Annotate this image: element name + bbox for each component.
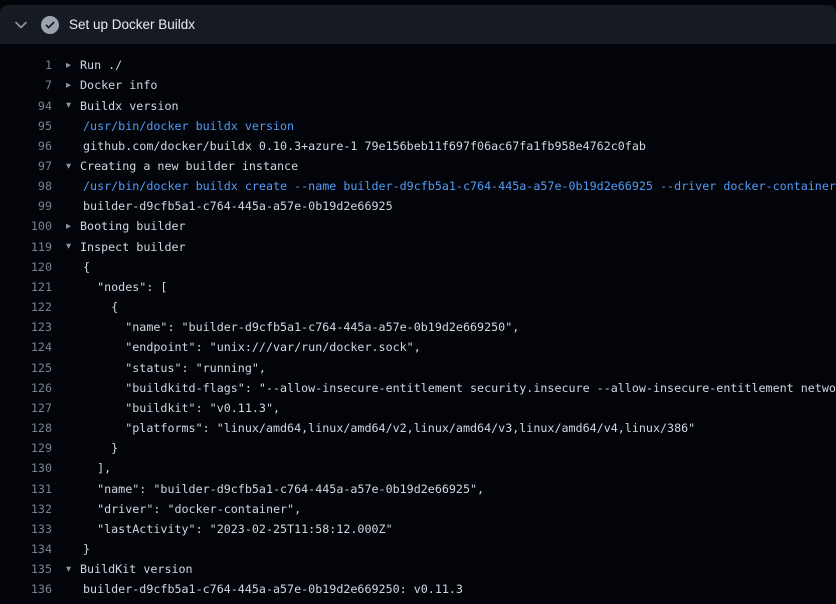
log-text: "endpoint": "unix:///var/run/docker.sock…	[83, 342, 421, 354]
line-number[interactable]: 97	[0, 161, 52, 173]
log-line: 130 ],	[0, 459, 836, 479]
line-number[interactable]: 131	[0, 484, 52, 496]
log-line: 131 "name": "builder-d9cfb5a1-c764-445a-…	[0, 479, 836, 499]
line-number[interactable]: 96	[0, 141, 52, 153]
log-text: "name": "builder-d9cfb5a1-c764-445a-a57e…	[83, 322, 519, 334]
log-line: 99 builder-d9cfb5a1-c764-445a-a57e-0b19d…	[0, 197, 836, 217]
log-group-line[interactable]: 94 ▼Buildx version	[0, 96, 836, 116]
line-number[interactable]: 119	[0, 242, 52, 254]
log-text: {	[83, 262, 90, 274]
log-group-line[interactable]: 1 ▶Run ./	[0, 56, 836, 76]
log-group-line[interactable]: 7 ▶Docker info	[0, 76, 836, 96]
log-text: Booting builder	[80, 221, 186, 233]
log-group-line[interactable]: 97 ▼Creating a new builder instance	[0, 157, 836, 177]
log-line: 95 /usr/bin/docker buildx version	[0, 116, 836, 136]
line-number[interactable]: 122	[0, 302, 52, 314]
log-text: Run ./	[80, 60, 122, 72]
line-number[interactable]: 134	[0, 544, 52, 556]
line-number[interactable]: 136	[0, 584, 52, 596]
log-text: {	[83, 302, 118, 314]
log-text: /usr/bin/docker buildx version	[83, 121, 294, 133]
log-text: "nodes": [	[83, 282, 167, 294]
line-number[interactable]: 128	[0, 423, 52, 435]
log-text: ],	[83, 463, 111, 475]
log-text: github.com/docker/buildx 0.10.3+azure-1 …	[83, 141, 646, 153]
line-number[interactable]: 98	[0, 181, 52, 193]
log-line: 96 github.com/docker/buildx 0.10.3+azure…	[0, 137, 836, 157]
log-text: builder-d9cfb5a1-c764-445a-a57e-0b19d2e6…	[83, 584, 463, 596]
log-text: }	[83, 544, 90, 556]
log-text: builder-d9cfb5a1-c764-445a-a57e-0b19d2e6…	[83, 201, 393, 213]
log-text: "buildkit": "v0.11.3",	[83, 403, 280, 415]
triangle-collapsed-icon[interactable]: ▶	[66, 223, 80, 232]
log-group-line[interactable]: 100 ▶Booting builder	[0, 217, 836, 237]
log-line: 124 "endpoint": "unix:///var/run/docker.…	[0, 338, 836, 358]
log-text: "name": "builder-d9cfb5a1-c764-445a-a57e…	[83, 484, 484, 496]
line-number[interactable]: 94	[0, 101, 52, 113]
triangle-expanded-icon[interactable]: ▼	[66, 162, 80, 171]
log-text: "lastActivity": "2023-02-25T11:58:12.000…	[83, 524, 393, 536]
log-group-line[interactable]: 119 ▼Inspect builder	[0, 237, 836, 257]
log-line: 132 "driver": "docker-container",	[0, 499, 836, 519]
log-text: Inspect builder	[80, 242, 186, 254]
line-number[interactable]: 121	[0, 282, 52, 294]
log-line: 134 }	[0, 540, 836, 560]
triangle-expanded-icon[interactable]: ▼	[66, 565, 80, 574]
line-number[interactable]: 123	[0, 322, 52, 334]
line-number[interactable]: 135	[0, 564, 52, 576]
log-text: BuildKit version	[80, 564, 193, 576]
log-text: Creating a new builder instance	[80, 161, 298, 173]
triangle-expanded-icon[interactable]: ▼	[66, 243, 80, 252]
line-number[interactable]: 120	[0, 262, 52, 274]
line-number[interactable]: 130	[0, 463, 52, 475]
triangle-collapsed-icon[interactable]: ▶	[66, 81, 80, 90]
log-line: 136 builder-d9cfb5a1-c764-445a-a57e-0b19…	[0, 580, 836, 600]
step-header[interactable]: Set up Docker Buildx	[0, 5, 836, 44]
line-number[interactable]: 125	[0, 363, 52, 375]
log-text: "platforms": "linux/amd64,linux/amd64/v2…	[83, 423, 695, 435]
line-number[interactable]: 126	[0, 383, 52, 395]
log-text: Docker info	[80, 80, 157, 92]
log-line: 123 "name": "builder-d9cfb5a1-c764-445a-…	[0, 318, 836, 338]
log-text: "driver": "docker-container",	[83, 504, 301, 516]
triangle-collapsed-icon[interactable]: ▶	[66, 61, 80, 70]
line-number[interactable]: 7	[0, 80, 52, 92]
log-line: 98 /usr/bin/docker buildx create --name …	[0, 177, 836, 197]
line-number[interactable]: 95	[0, 121, 52, 133]
log-line: 129 }	[0, 439, 836, 459]
line-number[interactable]: 1	[0, 60, 52, 72]
log-line: 120 {	[0, 258, 836, 278]
log-line: 127 "buildkit": "v0.11.3",	[0, 399, 836, 419]
log-line: 133 "lastActivity": "2023-02-25T11:58:12…	[0, 520, 836, 540]
line-number[interactable]: 132	[0, 504, 52, 516]
line-number[interactable]: 99	[0, 201, 52, 213]
log-text: "status": "running",	[83, 363, 266, 375]
log-text: "buildkitd-flags": "--allow-insecure-ent…	[83, 383, 836, 395]
chevron-down-icon[interactable]	[14, 18, 28, 32]
log-line: 126 "buildkitd-flags": "--allow-insecure…	[0, 379, 836, 399]
log-line: 122 {	[0, 298, 836, 318]
line-number[interactable]: 124	[0, 342, 52, 354]
log-output: 1 ▶Run ./ 7 ▶Docker info 94 ▼Buildx vers…	[0, 44, 836, 600]
log-line: 128 "platforms": "linux/amd64,linux/amd6…	[0, 419, 836, 439]
log-group-line[interactable]: 135 ▼BuildKit version	[0, 560, 836, 580]
log-line: 121 "nodes": [	[0, 278, 836, 298]
step-title: Set up Docker Buildx	[69, 17, 195, 32]
line-number[interactable]: 133	[0, 524, 52, 536]
line-number[interactable]: 127	[0, 403, 52, 415]
log-text: }	[83, 443, 118, 455]
line-number[interactable]: 129	[0, 443, 52, 455]
triangle-expanded-icon[interactable]: ▼	[66, 102, 80, 111]
check-circle-icon	[41, 16, 59, 34]
log-text: Buildx version	[80, 101, 179, 113]
log-text: /usr/bin/docker buildx create --name bui…	[83, 181, 836, 193]
log-line: 125 "status": "running",	[0, 358, 836, 378]
line-number[interactable]: 100	[0, 221, 52, 233]
